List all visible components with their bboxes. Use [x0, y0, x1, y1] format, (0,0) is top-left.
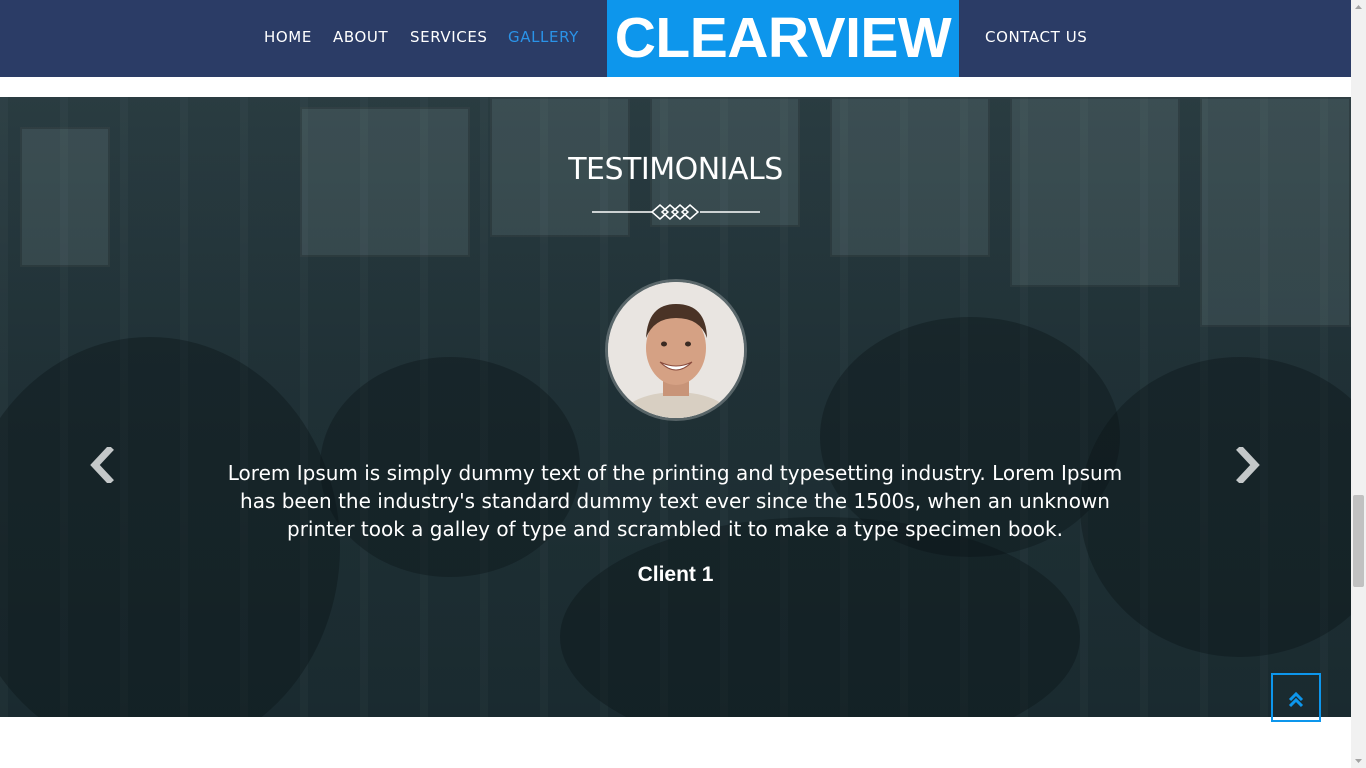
section-title: TESTIMONIALS	[568, 152, 783, 187]
nav-services[interactable]: SERVICES	[410, 28, 488, 46]
client-name: Client 1	[637, 563, 714, 586]
nav-about[interactable]: ABOUT	[333, 28, 388, 46]
testimonials-section: TESTIMONIALS Lorem Ipsum is simply dummy…	[0, 97, 1351, 717]
scroll-up-arrow-icon[interactable]	[1351, 0, 1366, 15]
ornament-divider	[592, 204, 760, 220]
logo[interactable]: CLEARVIEW	[607, 0, 959, 77]
page-scrollbar[interactable]	[1351, 0, 1366, 768]
chevron-left-icon	[90, 445, 114, 485]
double-chevron-up-icon	[1288, 691, 1304, 708]
scrollbar-thumb[interactable]	[1353, 495, 1364, 587]
testimonial-quote: Lorem Ipsum is simply dummy text of the …	[227, 461, 1123, 541]
client-avatar	[608, 282, 744, 418]
chevron-right-icon	[1236, 445, 1260, 485]
logo-text: CLEARVIEW	[614, 6, 952, 70]
nav-contact-us[interactable]: CONTACT US	[985, 28, 1087, 46]
site-header: HOME ABOUT SERVICES GALLERY CLEARVIEW CO…	[0, 0, 1351, 77]
previous-testimonial-button[interactable]	[87, 445, 117, 485]
nav-home[interactable]: HOME	[264, 28, 312, 46]
nav-gallery[interactable]: GALLERY	[508, 28, 579, 46]
next-testimonial-button[interactable]	[1233, 445, 1263, 485]
scroll-to-top-button[interactable]	[1271, 673, 1321, 722]
scroll-down-arrow-icon[interactable]	[1351, 753, 1366, 768]
